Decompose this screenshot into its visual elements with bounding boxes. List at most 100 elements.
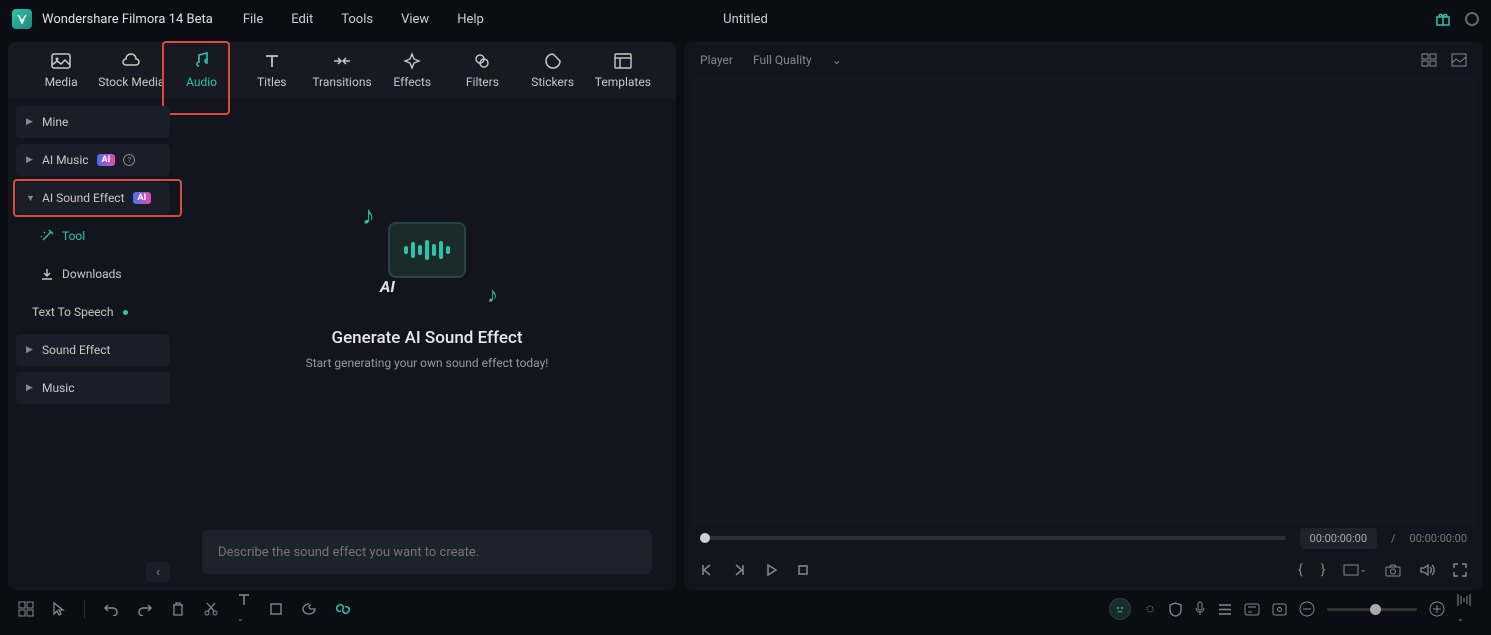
list-icon[interactable]: [1218, 603, 1232, 616]
sidebar-item-tool[interactable]: Tool: [16, 220, 170, 252]
ai-label: AI: [380, 277, 395, 296]
mic-icon[interactable]: [1194, 601, 1206, 617]
fit-timeline-button[interactable]: ⌄: [1457, 593, 1473, 625]
sidebar-item-downloads[interactable]: Downloads: [16, 258, 170, 290]
ai-badge: AI: [97, 154, 116, 166]
adjustment-icon[interactable]: [1244, 603, 1260, 616]
step-back-button[interactable]: [732, 563, 746, 577]
color-button[interactable]: [301, 602, 317, 616]
record-icon[interactable]: [1465, 12, 1479, 26]
text-tool-icon[interactable]: ⌄: [237, 593, 251, 625]
video-viewport[interactable]: [692, 78, 1475, 526]
grid-view-icon[interactable]: [1421, 53, 1437, 67]
zoom-slider[interactable]: [1327, 608, 1417, 611]
playback-scrubber[interactable]: [700, 536, 1286, 540]
timeline-toolbar: ⌄ ⌄: [0, 590, 1491, 628]
sidebar-item-mine[interactable]: ▶Mine: [16, 106, 170, 138]
transition-icon: [332, 51, 352, 71]
sidebar-item-ai-sound-effect[interactable]: ▼AI Sound EffectAI: [16, 182, 170, 214]
cursor-icon[interactable]: [52, 601, 66, 617]
app-icon: [12, 9, 32, 29]
menu-file[interactable]: File: [243, 12, 263, 27]
sticker-icon: [544, 51, 562, 71]
time-separator: /: [1391, 532, 1396, 545]
stop-button[interactable]: [796, 563, 810, 577]
new-indicator: [123, 310, 128, 315]
menu-view[interactable]: View: [401, 12, 429, 27]
help-icon[interactable]: ?: [123, 154, 135, 166]
image-view-icon[interactable]: [1451, 53, 1467, 67]
gift-icon[interactable]: [1435, 11, 1451, 27]
menu-help[interactable]: Help: [457, 12, 484, 27]
snapshot-button[interactable]: [1385, 564, 1401, 577]
template-icon: [614, 51, 632, 71]
waveform-icon: [404, 240, 450, 260]
library-tabs: Media Stock Media Audio Titles Transitio…: [8, 42, 676, 98]
sidebar-item-music[interactable]: ▶Music: [16, 372, 170, 404]
crop-button[interactable]: [269, 602, 283, 616]
chevron-right-icon: ▶: [26, 117, 34, 127]
collapse-sidebar-button[interactable]: ‹: [146, 562, 170, 582]
sidebar-item-tts[interactable]: Text To Speech: [16, 296, 170, 328]
delete-button[interactable]: [171, 601, 185, 617]
play-button[interactable]: [764, 563, 778, 577]
tab-filters[interactable]: Filters: [447, 42, 517, 98]
chevron-down-icon: ⌄: [832, 53, 842, 67]
brightness-icon[interactable]: [1143, 602, 1157, 616]
menu-edit[interactable]: Edit: [291, 12, 313, 27]
mark-in-button[interactable]: {: [1298, 562, 1303, 578]
ai-badge: AI: [133, 192, 152, 204]
music-note-icon: [193, 51, 211, 71]
sound-effect-prompt-input[interactable]: [202, 530, 652, 574]
music-note-icon: ♪: [362, 200, 375, 231]
wand-icon: [40, 229, 54, 243]
player-label: Player: [700, 53, 733, 67]
split-button[interactable]: [203, 601, 219, 617]
audio-sidebar: ▶Mine ▶AI MusicAI? ▼AI Sound EffectAI To…: [8, 98, 178, 590]
zoom-in-button[interactable]: [1429, 601, 1445, 617]
marker-icon[interactable]: [1272, 603, 1287, 616]
chevron-right-icon: ▶: [26, 383, 34, 393]
shield-icon[interactable]: [1169, 602, 1182, 617]
fullscreen-button[interactable]: [1453, 563, 1467, 577]
display-mode-button[interactable]: ⌄: [1343, 564, 1367, 576]
titlebar: Wondershare Filmora 14 Beta File Edit To…: [0, 0, 1491, 38]
redo-button[interactable]: [137, 602, 153, 616]
chevron-down-icon: ⌄: [1359, 565, 1367, 575]
tab-templates[interactable]: Templates: [588, 42, 658, 98]
mark-out-button[interactable]: }: [1321, 562, 1326, 578]
scrubber-thumb[interactable]: [700, 533, 710, 543]
ai-sound-effect-panel: ♪ AI ♪ Generate AI Sound Effect Start ge…: [178, 98, 676, 590]
prev-frame-button[interactable]: [700, 563, 714, 577]
link-button[interactable]: [335, 601, 351, 617]
tab-media[interactable]: Media: [26, 42, 96, 98]
ai-assistant-button[interactable]: [1109, 598, 1131, 620]
tab-titles[interactable]: Titles: [237, 42, 307, 98]
menu-tools[interactable]: Tools: [341, 12, 373, 27]
app-title: Wondershare Filmora 14 Beta: [42, 12, 213, 27]
tab-stickers[interactable]: Stickers: [518, 42, 588, 98]
ai-illustration: ♪ AI ♪: [362, 208, 492, 298]
text-icon: [264, 51, 280, 71]
image-icon: [51, 51, 71, 71]
tab-transitions[interactable]: Transitions: [307, 42, 377, 98]
library-panel: Media Stock Media Audio Titles Transitio…: [8, 42, 676, 590]
total-time: 00:00:00:00: [1410, 532, 1467, 545]
sidebar-item-ai-music[interactable]: ▶AI MusicAI?: [16, 144, 170, 176]
undo-button[interactable]: [103, 602, 119, 616]
generate-title: Generate AI Sound Effect: [332, 328, 523, 348]
music-note-icon: ♪: [487, 282, 498, 308]
player-panel: Player Full Quality⌄ 00:00:00:00 / 00:00…: [684, 42, 1483, 590]
quality-selector[interactable]: Full Quality⌄: [753, 53, 842, 67]
cloud-icon: [121, 51, 141, 71]
sparkle-icon: [403, 51, 421, 71]
tab-stock-media[interactable]: Stock Media: [96, 42, 166, 98]
sidebar-item-sound-effect[interactable]: ▶Sound Effect: [16, 334, 170, 366]
tab-audio[interactable]: Audio: [166, 42, 236, 98]
zoom-thumb[interactable]: [1370, 604, 1381, 615]
zoom-out-button[interactable]: [1299, 601, 1315, 617]
layout-icon[interactable]: [18, 601, 34, 617]
volume-button[interactable]: [1419, 563, 1435, 577]
generate-subtitle: Start generating your own sound effect t…: [306, 356, 549, 370]
tab-effects[interactable]: Effects: [377, 42, 447, 98]
